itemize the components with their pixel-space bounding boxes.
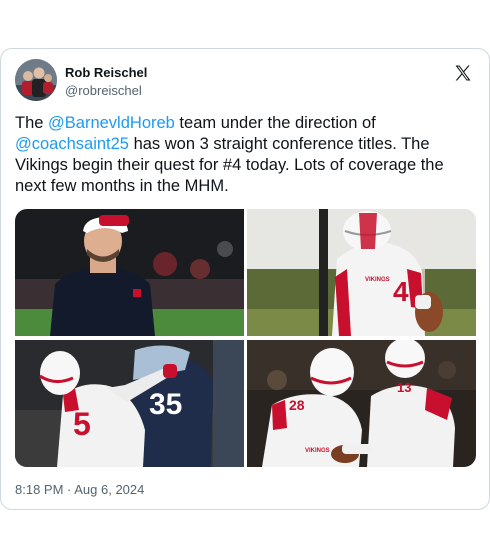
tweet-text-part: team under the direction of <box>174 114 376 132</box>
photo-player-4[interactable]: 4 VIKINGS <box>247 209 476 336</box>
jersey-chest-text: VIKINGS <box>305 448 330 454</box>
author-handle[interactable]: @robreischel <box>65 83 142 98</box>
media-grid: 4 VIKINGS 35 5 28 VIKINGS 13 <box>15 209 476 467</box>
jersey-number-right: 13 <box>397 380 411 395</box>
tweet-card[interactable]: Rob Reischel @robreischel The @BarnevldH… <box>0 48 490 510</box>
mention-link[interactable]: @BarnevldHoreb <box>48 114 175 132</box>
opponent-jersey-number: 35 <box>149 388 182 421</box>
tweet-header: Rob Reischel @robreischel <box>15 59 475 105</box>
x-logo-icon[interactable] <box>453 63 473 83</box>
author-avatar[interactable] <box>15 59 57 101</box>
jersey-number: 5 <box>73 406 91 442</box>
author-name[interactable]: Rob Reischel <box>65 65 147 80</box>
tweet-text-part: The <box>15 114 49 132</box>
jersey-number-left: 28 <box>289 397 305 413</box>
photo-players-28-13[interactable]: 28 VIKINGS 13 <box>247 340 476 467</box>
photo-player-5-tackle[interactable]: 35 5 <box>15 340 244 467</box>
tweet-text: The @BarnevldHoreb team under the direct… <box>15 113 475 197</box>
photo-coach[interactable] <box>15 209 244 336</box>
tweet-timestamp[interactable]: 8:18 PM · Aug 6, 2024 <box>15 482 144 497</box>
jersey-number: 4 <box>393 276 409 307</box>
jersey-chest-text: VIKINGS <box>365 277 390 283</box>
mention-link[interactable]: @coachsaint25 <box>15 135 129 153</box>
